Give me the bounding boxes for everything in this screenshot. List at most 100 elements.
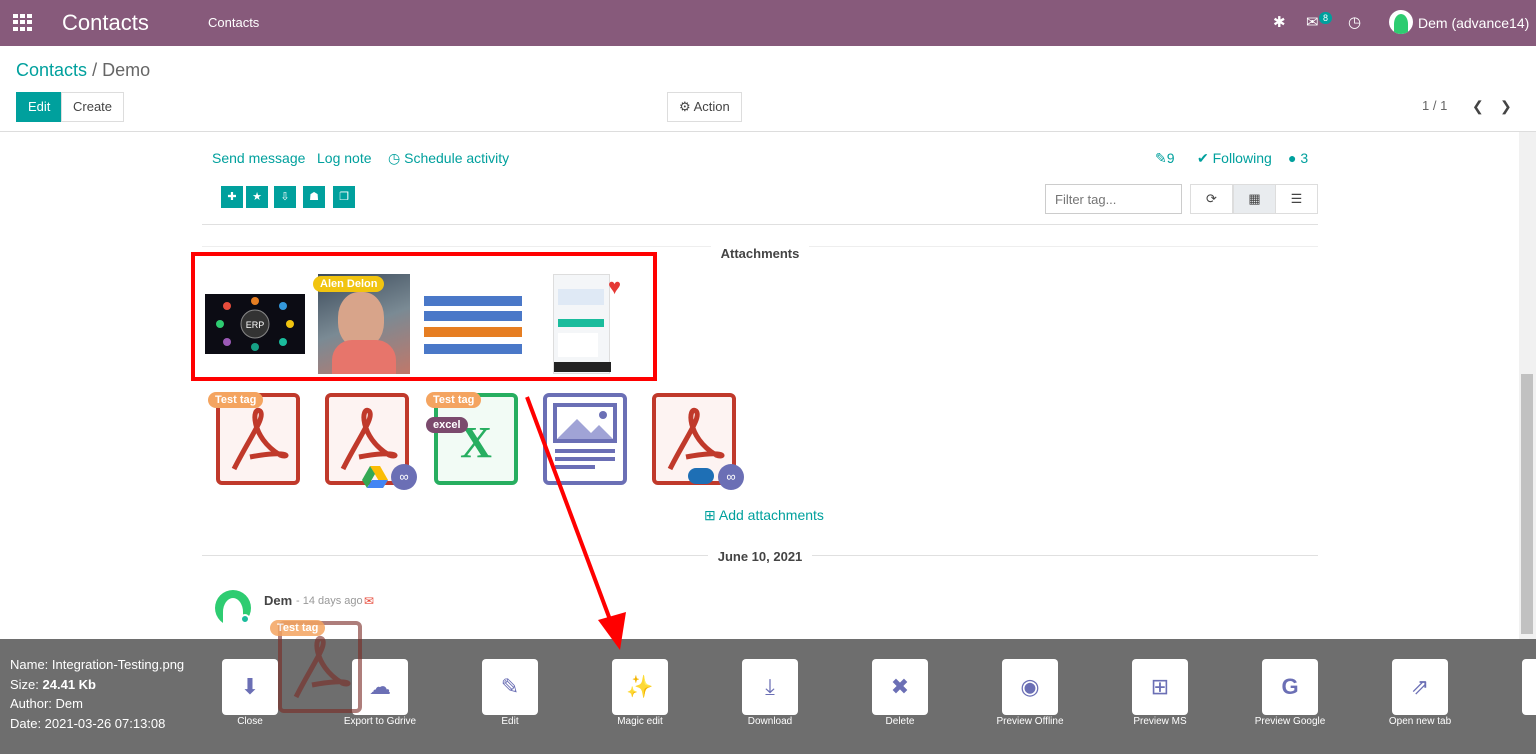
edit-button[interactable]: Edit (16, 92, 63, 122)
filter-tag-input[interactable] (1045, 184, 1182, 214)
star-icon[interactable]: ★ (246, 186, 268, 208)
refresh-icon[interactable]: ⟳ (1190, 184, 1233, 214)
file-date: Date: 2021-03-26 07:13:08 (10, 715, 166, 731)
close-label: Close (237, 716, 263, 727)
file-info: Name: Integration-Testing.png Size: 24.4… (10, 655, 184, 733)
following-label: Following (1212, 150, 1272, 166)
message-time: - 14 days ago (296, 595, 363, 607)
gear-icon: ⚙ (679, 99, 691, 114)
control-panel: Contacts / Demo Edit Create ⚙ Action 1 /… (0, 46, 1536, 132)
preview-ms-button[interactable]: ⊞ (1132, 659, 1188, 715)
file-size: 24.41 Kb (42, 676, 96, 692)
preview-ms-label: Preview MS (1133, 716, 1187, 727)
link-icon[interactable]: ∞ (718, 464, 744, 490)
form-header (558, 319, 604, 327)
menu-contacts[interactable]: Contacts (208, 15, 259, 30)
tag-test-1[interactable]: Test tag (208, 392, 264, 408)
form-footer (554, 362, 611, 372)
attachments-title: Attachments (710, 246, 810, 261)
user-avatar[interactable] (1389, 10, 1413, 34)
breadcrumb-current: Demo (102, 60, 151, 80)
top-navbar: Contacts Contacts ✱ ✉ 8 ◷ Dem (advance14… (0, 0, 1536, 46)
google-icon: G (1281, 674, 1299, 699)
open-new-tab-button[interactable]: ⇗ (1392, 659, 1448, 715)
magic-edit-label: Magic edit (617, 716, 663, 727)
bar-3 (424, 327, 522, 337)
bar-2 (424, 311, 522, 321)
preview-google-button[interactable]: G (1262, 659, 1318, 715)
breadcrumb-contacts[interactable]: Contacts (16, 60, 87, 80)
copy-icon[interactable]: ❐ (333, 186, 355, 208)
plus-square-icon: ⊞ (704, 507, 716, 523)
message-author[interactable]: Dem (264, 593, 292, 608)
tag-alen-delon[interactable]: Alen Delon (313, 276, 385, 292)
open-new-tab-label: Open new tab (1388, 716, 1452, 727)
debug-icon[interactable]: ✱ (1273, 13, 1286, 31)
online-status-icon (240, 614, 250, 624)
download-tray-icon: ⤓ (765, 674, 775, 699)
link-icon[interactable]: ∞ (391, 464, 417, 490)
thumb-buttons[interactable] (424, 294, 522, 354)
delete-file-button[interactable]: ✖ (872, 659, 928, 715)
envelope-icon: ✉ (364, 594, 375, 608)
thumb-erp-label: ERP (246, 320, 265, 330)
followers-button[interactable]: ● 3 (1288, 150, 1308, 166)
pager-prev-icon[interactable]: ❮ (1472, 98, 1484, 115)
thumb-erp[interactable]: ERP (205, 294, 305, 354)
preview-google-label: Preview Google (1254, 716, 1326, 727)
create-button[interactable]: Create (61, 92, 125, 122)
chat-icon[interactable]: ✉ (1306, 13, 1319, 31)
user-menu[interactable]: Dem (advance14) (1418, 15, 1529, 31)
cloud-upload-icon: ☁ (369, 674, 391, 699)
pager-value[interactable]: 1 / 1 (1422, 98, 1447, 113)
preview-offline-button[interactable]: ◉ (1002, 659, 1058, 715)
more-action-button[interactable] (1522, 659, 1536, 715)
apps-menu-icon[interactable] (13, 14, 32, 31)
preview-panel: Name: Integration-Testing.png Size: 24.4… (0, 639, 1536, 754)
date-separator: June 10, 2021 (707, 549, 813, 564)
add-attachments-link[interactable]: ⊞ Add attachments (704, 507, 824, 524)
following-button[interactable]: ✔ Following (1197, 150, 1272, 167)
action-button[interactable]: ⚙ Action (667, 92, 742, 122)
edit-file-button[interactable]: ✎ (482, 659, 538, 715)
add-icon[interactable]: ✚ (221, 186, 243, 208)
pdf-icon (231, 407, 289, 471)
tag-excel[interactable]: excel (426, 417, 468, 433)
heart-icon[interactable]: ♥ (608, 274, 621, 300)
scrollbar[interactable] (1519, 132, 1536, 640)
log-note-link[interactable]: Log note (317, 150, 372, 166)
paperclip-icon: ✎ (1155, 150, 1167, 166)
magic-wand-icon: ✨ (626, 674, 654, 699)
list-view-icon[interactable]: ☰ (1275, 184, 1318, 214)
send-message-link[interactable]: Send message (212, 150, 305, 166)
breadcrumb-sep: / (92, 60, 98, 80)
scrollbar-thumb[interactable] (1521, 374, 1533, 634)
file-size-label: Size: (10, 676, 43, 692)
erp-diagram-icon: ERP (216, 297, 294, 351)
action-label: Action (693, 99, 730, 114)
tag-test-2[interactable]: Test tag (426, 392, 482, 408)
schedule-activity-link[interactable]: ◷ Schedule activity (388, 150, 509, 167)
magic-edit-button[interactable]: ✨ (612, 659, 668, 715)
attachments-count: 9 (1166, 150, 1175, 166)
pager-next-icon[interactable]: ❯ (1500, 98, 1512, 115)
grid-view-icon[interactable]: ▦ (1233, 184, 1276, 214)
eye-icon: ◉ (1020, 674, 1040, 699)
activity-clock-icon[interactable]: ◷ (1348, 13, 1361, 31)
add-attachments-label: Add attachments (718, 507, 824, 523)
close-button[interactable]: ⬇ (222, 659, 278, 715)
file-author: Author: Dem (10, 696, 83, 711)
portrait-shirt (332, 340, 396, 374)
edit-file-label: Edit (501, 716, 519, 727)
users-icon[interactable]: ☗ (303, 186, 325, 208)
download-file-button[interactable]: ⤓ (742, 659, 798, 715)
bar-4 (424, 344, 522, 354)
thumb-form[interactable] (553, 274, 611, 374)
attachments-counter[interactable]: ✎9 (1155, 150, 1175, 167)
file-image[interactable] (543, 393, 627, 485)
download-icon[interactable]: ⇩ (274, 186, 296, 208)
onedrive-icon (688, 468, 714, 484)
breadcrumb: Contacts / Demo (16, 60, 150, 81)
clock-icon: ◷ (388, 150, 401, 166)
app-brand[interactable]: Contacts (62, 10, 149, 36)
